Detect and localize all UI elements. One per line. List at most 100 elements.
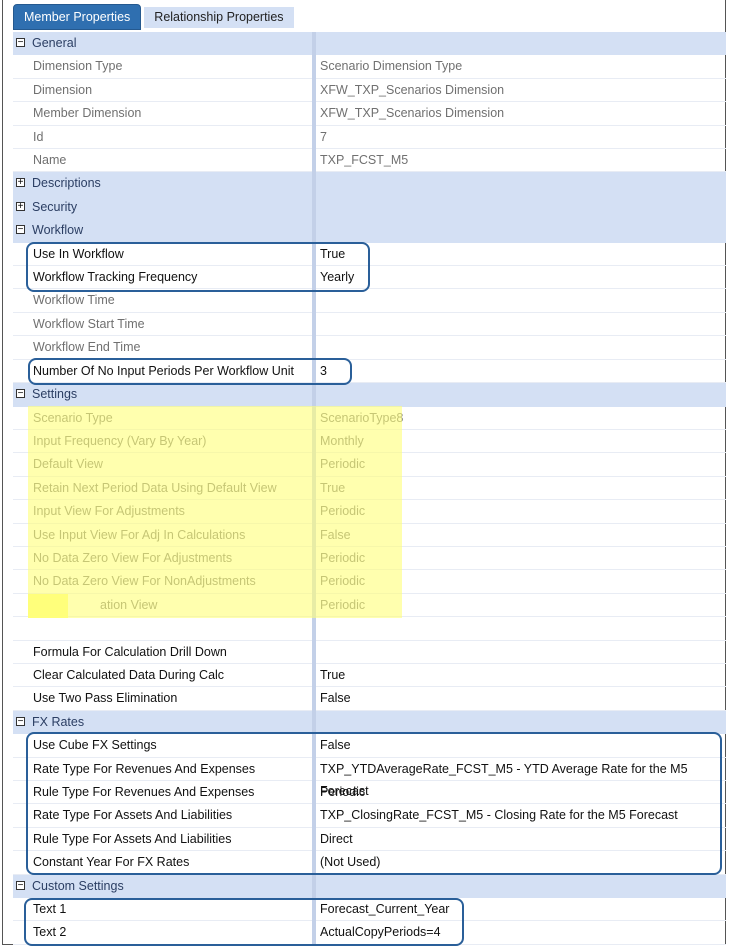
section-label: General: [32, 36, 77, 50]
property-name: Text 1: [28, 898, 318, 921]
property-name: Rule Type For Assets And Liabilities: [28, 827, 318, 850]
section-workflow[interactable]: − Workflow: [13, 219, 726, 243]
property-name: Use Cube FX Settings: [28, 734, 318, 757]
section-general[interactable]: − General: [13, 32, 726, 56]
property-name: Input View For Adjustments: [28, 500, 318, 523]
column-splitter[interactable]: [312, 32, 316, 945]
property-value[interactable]: Forecast_Current_Year: [317, 898, 726, 920]
property-name: Use Input View For Adj In Calculations: [28, 523, 318, 546]
property-value[interactable]: 3: [317, 360, 726, 382]
property-row[interactable]: Use Input View For Adj In Calculations Fa…: [13, 523, 726, 547]
property-value: [317, 336, 726, 358]
section-custom-settings[interactable]: − Custom Settings: [13, 874, 726, 899]
property-row[interactable]: Member Dimension XFW_TXP_Scenarios Dimens…: [13, 102, 726, 126]
property-value: False: [320, 527, 351, 542]
property-value[interactable]: True: [317, 243, 726, 265]
property-row[interactable]: [13, 617, 726, 641]
property-row[interactable]: Use Cube FX Settings False: [13, 734, 726, 758]
property-value: 7: [320, 129, 327, 144]
property-value: Periodic: [320, 457, 366, 472]
section-settings[interactable]: − Settings: [13, 383, 726, 407]
property-value[interactable]: (Not Used): [317, 851, 726, 873]
collapse-icon[interactable]: −: [16, 38, 25, 48]
property-name: Clear Calculated Data During Calc: [28, 663, 318, 686]
property-row[interactable]: Number Of No Input Periods Per Workflow …: [13, 359, 726, 384]
property-row[interactable]: Rule Type For Assets And Liabilities Dire…: [13, 827, 726, 852]
property-value: XFW_TXP_Scenarios Dimension: [320, 82, 505, 97]
property-row[interactable]: Default View Periodic: [13, 453, 726, 477]
property-name: Member Dimension: [28, 102, 318, 125]
collapse-icon[interactable]: −: [16, 880, 25, 890]
property-row[interactable]: Name TXP_FCST_M5: [13, 149, 726, 173]
property-value: [317, 289, 726, 311]
property-value: XFW_TXP_Scenarios Dimension: [320, 106, 505, 121]
section-fx-rates[interactable]: − FX Rates: [13, 710, 726, 735]
property-value[interactable]: ActualCopyPeriods=4: [317, 921, 726, 943]
property-value[interactable]: [317, 617, 726, 639]
property-row[interactable]: Constant Year For FX Rates (Not Used): [13, 851, 726, 875]
section-descriptions[interactable]: + Descriptions: [13, 172, 726, 196]
property-value: Periodic: [320, 504, 366, 519]
property-name: Constant Year For FX Rates: [28, 851, 318, 874]
property-row[interactable]: Workflow End Time: [13, 336, 726, 360]
property-name: Default View: [28, 453, 318, 476]
property-value[interactable]: Yearly: [317, 266, 726, 288]
property-row[interactable]: Use Two Pass Elimination False: [13, 687, 726, 711]
property-row[interactable]: Rule Type For Revenues And Expenses Perio…: [13, 781, 726, 805]
section-security[interactable]: + Security: [13, 195, 726, 220]
property-value[interactable]: [317, 641, 726, 663]
section-label: Descriptions: [32, 176, 101, 191]
property-row[interactable]: Formula For Calculation Drill Down: [13, 640, 726, 664]
property-value[interactable]: False: [317, 687, 726, 709]
tab-bar: Member Properties Relationship Propertie…: [13, 4, 297, 30]
property-name: Use In Workflow: [28, 242, 318, 265]
property-row[interactable]: Rate Type For Revenues And Expenses TXP_Y…: [13, 757, 726, 798]
property-row[interactable]: Workflow Start Time: [13, 312, 726, 337]
property-value[interactable]: True: [317, 664, 726, 686]
collapse-icon[interactable]: −: [16, 225, 25, 235]
property-row[interactable]: Clear Calculated Data During Calc True: [13, 663, 726, 688]
property-row[interactable]: Use In Workflow True: [13, 242, 726, 267]
property-row[interactable]: No Data Zero View For NonAdjustments Peri…: [13, 570, 726, 594]
property-row[interactable]: Text 2 ActualCopyPeriods=4: [13, 921, 726, 945]
property-row[interactable]: Dimension Type Scenario Dimension Type: [13, 55, 726, 79]
property-row[interactable]: ation View Periodic: [13, 593, 726, 618]
property-value: Periodic: [320, 574, 366, 589]
property-row[interactable]: Text 1 Forecast_Current_Year: [13, 898, 726, 922]
property-value: ScenarioType8: [320, 410, 404, 425]
property-value: [317, 313, 726, 335]
property-value[interactable]: TXP_YTDAverageRate_FCST_M5 - YTD Average…: [317, 758, 726, 798]
property-name: Scenario Type: [28, 406, 318, 429]
property-name: Dimension: [28, 78, 318, 101]
property-value[interactable]: False: [317, 734, 726, 756]
property-row[interactable]: Input Frequency (Vary By Year) Monthly: [13, 429, 726, 454]
property-row[interactable]: Rate Type For Assets And Liabilities TXP_…: [13, 804, 726, 828]
property-name: Formula For Calculation Drill Down: [28, 640, 318, 663]
section-label: Settings: [32, 387, 78, 402]
property-row[interactable]: Scenario Type ScenarioType8: [13, 406, 726, 430]
collapse-icon[interactable]: −: [16, 716, 25, 726]
property-row[interactable]: No Data Zero View For Adjustments Periodi…: [13, 546, 726, 571]
section-label: Custom Settings: [32, 878, 124, 893]
property-row[interactable]: Workflow Tracking Frequency Yearly: [13, 266, 726, 290]
tab-member-properties[interactable]: Member Properties: [13, 4, 142, 30]
property-name: Text 2: [28, 921, 318, 944]
property-row[interactable]: Dimension XFW_TXP_Scenarios Dimension: [13, 78, 726, 103]
property-value[interactable]: Direct: [317, 828, 726, 850]
property-value[interactable]: TXP_ClosingRate_FCST_M5 - Closing Rate f…: [317, 804, 726, 826]
collapse-icon[interactable]: −: [16, 389, 25, 399]
property-row[interactable]: Id 7: [13, 125, 726, 150]
section-label: Security: [32, 199, 78, 214]
property-value: Periodic: [320, 550, 366, 565]
section-label: Workflow: [32, 223, 84, 238]
property-name: Workflow End Time: [28, 336, 318, 359]
property-name: Input Frequency (Vary By Year): [28, 429, 318, 452]
property-value[interactable]: Periodic: [317, 781, 726, 803]
property-row[interactable]: Input View For Adjustments Periodic: [13, 500, 726, 524]
property-row[interactable]: Retain Next Period Data Using Default Vi…: [13, 476, 726, 501]
expand-icon[interactable]: +: [16, 201, 25, 211]
property-value: Monthly: [320, 433, 364, 448]
property-row[interactable]: Workflow Time: [13, 289, 726, 313]
tab-relationship-properties[interactable]: Relationship Properties: [144, 7, 294, 28]
expand-icon[interactable]: +: [16, 178, 25, 188]
